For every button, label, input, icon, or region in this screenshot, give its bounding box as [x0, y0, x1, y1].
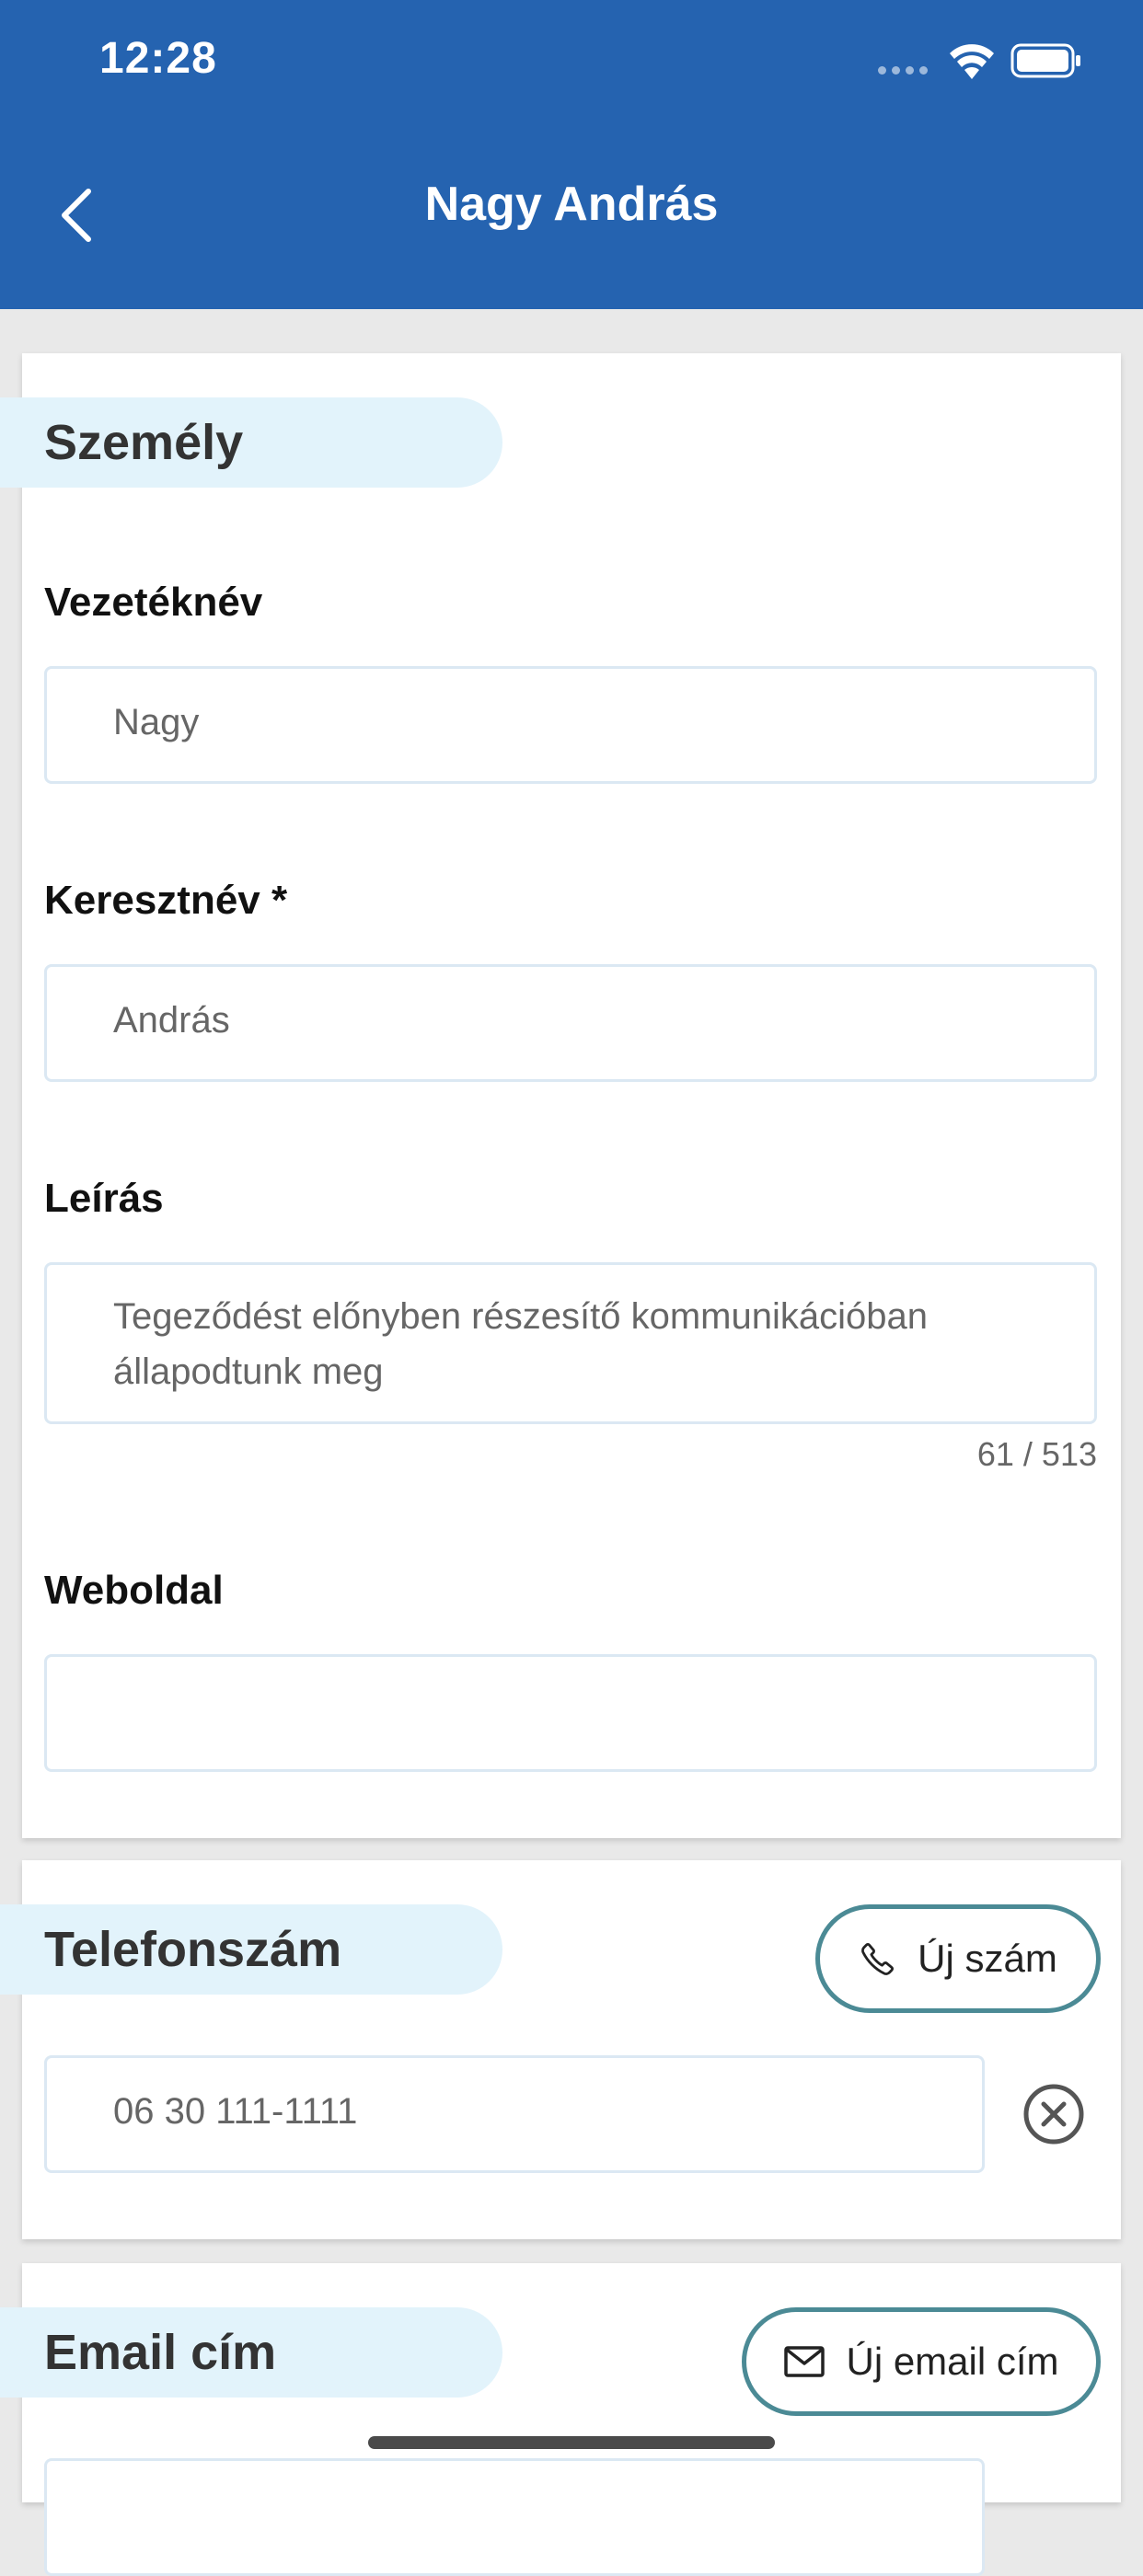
page-title: Nagy András: [424, 178, 719, 231]
wifi-icon: [950, 44, 994, 79]
status-time: 12:28: [99, 34, 217, 83]
section-title: Személy: [44, 415, 244, 470]
person-card: Személy Vezetéknév Nagy Keresztnév * And…: [0, 353, 1121, 1838]
last-name-field[interactable]: Nagy: [44, 666, 1097, 784]
email-card: Email cím Új email cím: [0, 2263, 1121, 2576]
website-field[interactable]: [44, 1654, 1097, 1772]
last-name-label: Vezetéknév: [44, 580, 263, 625]
description-label: Leírás: [44, 1176, 164, 1221]
add-phone-button[interactable]: Új szám: [815, 1904, 1101, 2013]
close-circle-icon[interactable]: [1022, 2082, 1086, 2146]
status-bar: 12:28: [0, 0, 1143, 129]
section-title: Telefonszám: [44, 1922, 342, 1977]
add-email-button[interactable]: Új email cím: [742, 2307, 1101, 2416]
add-phone-label: Új szám: [918, 1937, 1057, 1980]
home-indicator: [368, 2436, 775, 2449]
description-field[interactable]: Tegeződést előnyben részesítő kommunikác…: [44, 1262, 1097, 1424]
phone-icon: [861, 1942, 895, 1975]
section-header-phone: Telefonszám: [0, 1904, 502, 1995]
phone-card: Telefonszám Új szám 06 30 111-1111: [0, 1860, 1121, 2239]
section-title: Email cím: [44, 2325, 277, 2380]
first-name-label: Keresztnév *: [44, 878, 288, 923]
section-header-email: Email cím: [0, 2307, 502, 2398]
mail-icon: [784, 2346, 826, 2377]
add-email-label: Új email cím: [846, 2340, 1059, 2383]
signal-icon: [878, 66, 928, 75]
description-char-counter: 61 / 513: [976, 1435, 1097, 1473]
battery-icon: [1010, 43, 1080, 78]
email-field[interactable]: [44, 2458, 985, 2576]
nav-bar: Nagy András: [0, 129, 1143, 309]
phone-number-field[interactable]: 06 30 111-1111: [44, 2055, 985, 2173]
section-header-person: Személy: [0, 397, 502, 488]
website-label: Weboldal: [44, 1568, 224, 1613]
first-name-field[interactable]: András: [44, 964, 1097, 1082]
